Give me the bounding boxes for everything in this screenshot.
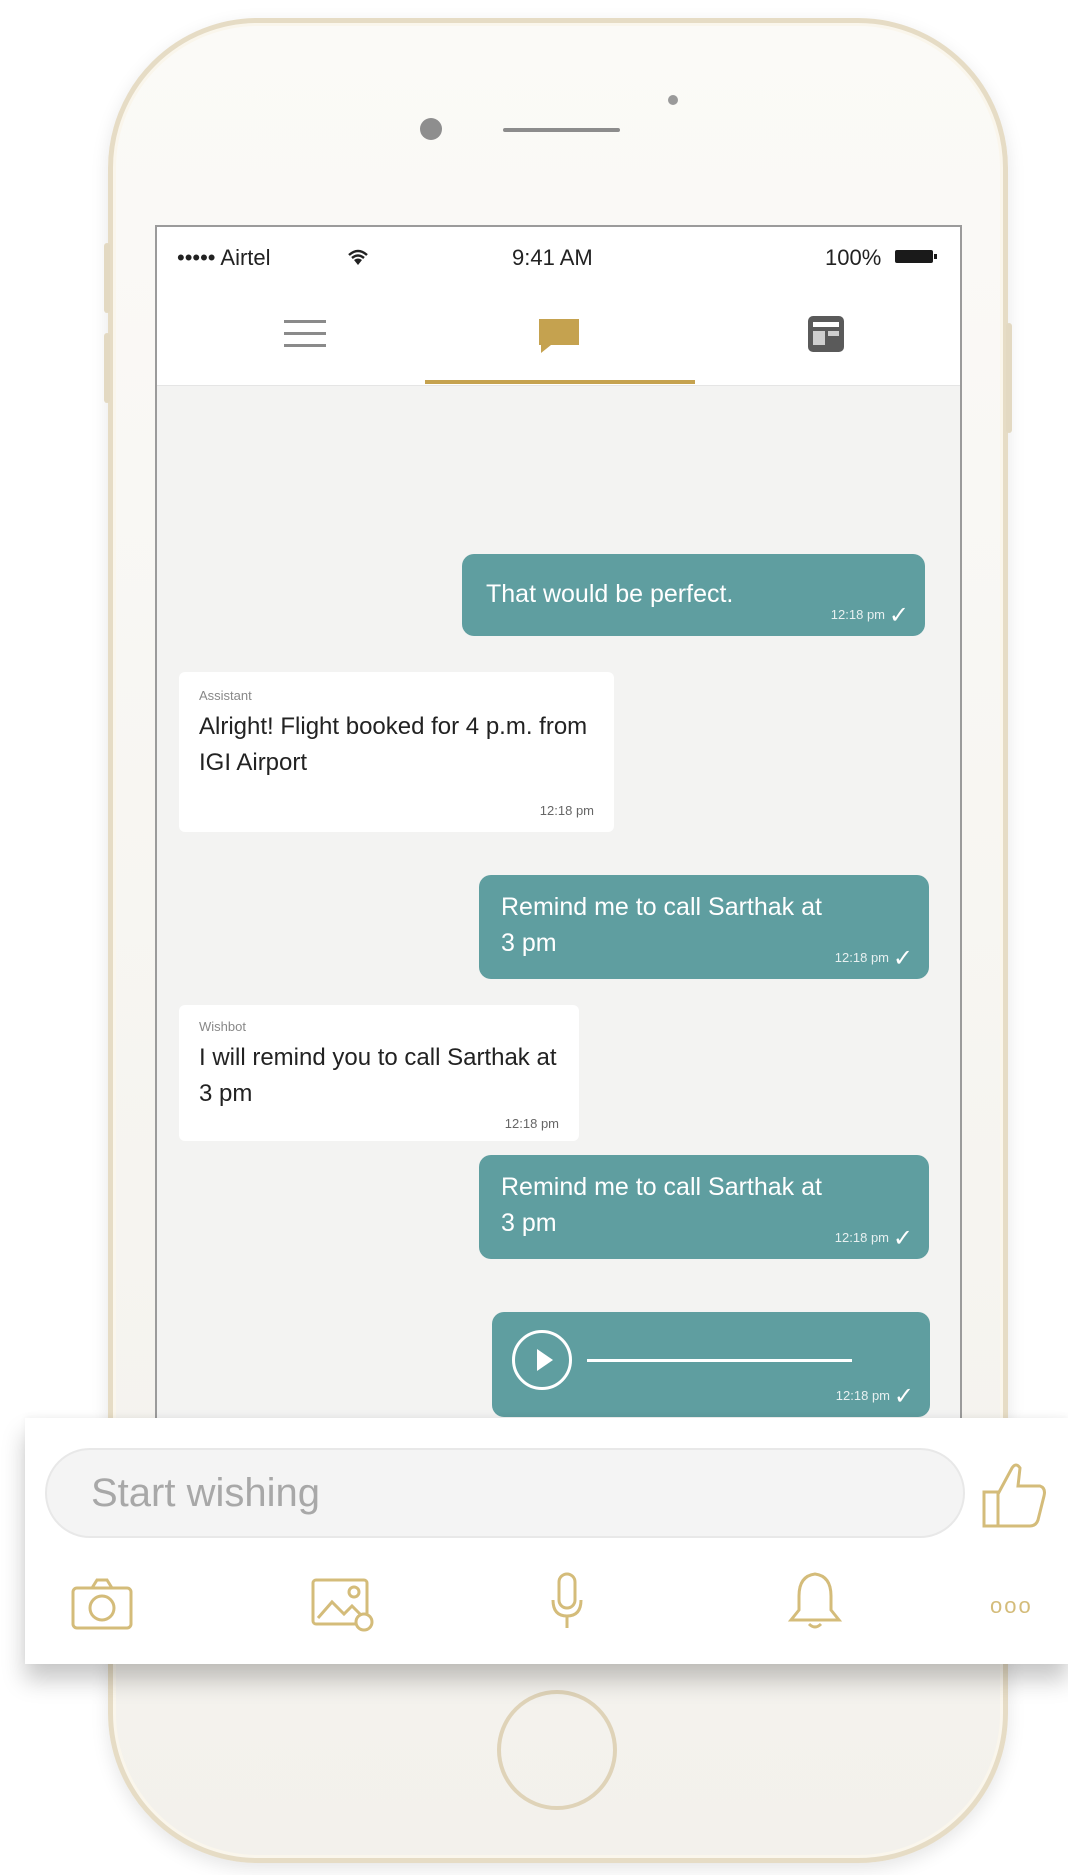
- wifi-icon: [345, 247, 371, 273]
- read-check-icon: ✓: [893, 1383, 914, 1410]
- input-panel: Start wishing ooo: [25, 1418, 1068, 1664]
- message-bubble-outgoing: Remind me to call Sarthak at 3 pm 12:18 …: [479, 1155, 929, 1259]
- home-button[interactable]: [497, 1690, 617, 1810]
- play-icon[interactable]: [512, 1330, 572, 1390]
- message-bubble-outgoing: Remind me to call Sarthak at 3 pm 12:18 …: [479, 875, 929, 979]
- battery-icon: [895, 250, 937, 263]
- thumbs-up-icon[interactable]: [980, 1458, 1050, 1535]
- bell-icon[interactable]: [785, 1568, 845, 1637]
- read-check-icon: ✓: [888, 602, 909, 629]
- active-tab-indicator: [425, 380, 695, 384]
- battery-percent: 100%: [825, 245, 882, 270]
- message-text: Alright! Flight booked for 4 p.m. from I…: [199, 713, 588, 776]
- message-time: 12:18 pm: [539, 803, 594, 818]
- read-check-icon: ✓: [892, 945, 913, 972]
- hamburger-menu-icon[interactable]: [282, 313, 328, 358]
- image-icon[interactable]: [310, 1576, 374, 1637]
- message-text: Remind me to call Sarthak at 3 pm: [501, 1173, 822, 1237]
- phone-screen: ••••• Airtel 9:41 AM 100% That would be …: [155, 225, 962, 1440]
- message-sender: Assistant: [199, 688, 252, 703]
- microphone-icon[interactable]: [547, 1570, 587, 1639]
- message-time: 12:18 pm: [504, 1116, 559, 1131]
- earpiece-speaker: [503, 128, 620, 132]
- message-time: 12:18 pm: [835, 1388, 890, 1403]
- camera-icon[interactable]: [70, 1576, 134, 1637]
- card-icon[interactable]: [805, 313, 847, 360]
- sensor-dot: [668, 95, 678, 105]
- message-time: 12:18 pm: [834, 1230, 889, 1245]
- message-time: 12:18 pm: [834, 950, 889, 965]
- message-sender: Wishbot: [199, 1019, 246, 1034]
- power-button: [1006, 323, 1012, 433]
- message-bubble-outgoing: That would be perfect. 12:18 pm ✓: [462, 554, 925, 636]
- audio-progress-track[interactable]: [587, 1359, 852, 1362]
- status-bar: ••••• Airtel 9:41 AM 100%: [157, 227, 960, 289]
- message-text: I will remind you to call Sarthak at 3 p…: [199, 1044, 557, 1107]
- volume-down-button: [104, 333, 110, 403]
- message-bubble-incoming: Wishbot I will remind you to call Sartha…: [179, 1005, 579, 1141]
- message-text: Remind me to call Sarthak at 3 pm: [501, 893, 822, 957]
- audio-message-bubble: 12:18 pm ✓: [492, 1312, 930, 1417]
- message-bubble-incoming: Assistant Alright! Flight booked for 4 p…: [179, 672, 614, 832]
- front-camera: [420, 118, 442, 140]
- read-check-icon: ✓: [892, 1225, 913, 1252]
- top-nav: [157, 289, 960, 386]
- chat-bubble-icon[interactable]: [535, 313, 583, 362]
- status-time: 9:41 AM: [512, 245, 593, 270]
- more-icon[interactable]: ooo: [990, 1593, 1033, 1619]
- message-time: 12:18 pm: [830, 607, 885, 622]
- volume-up-button: [104, 243, 110, 313]
- message-input[interactable]: Start wishing: [45, 1448, 965, 1538]
- carrier-label: ••••• Airtel: [177, 245, 271, 270]
